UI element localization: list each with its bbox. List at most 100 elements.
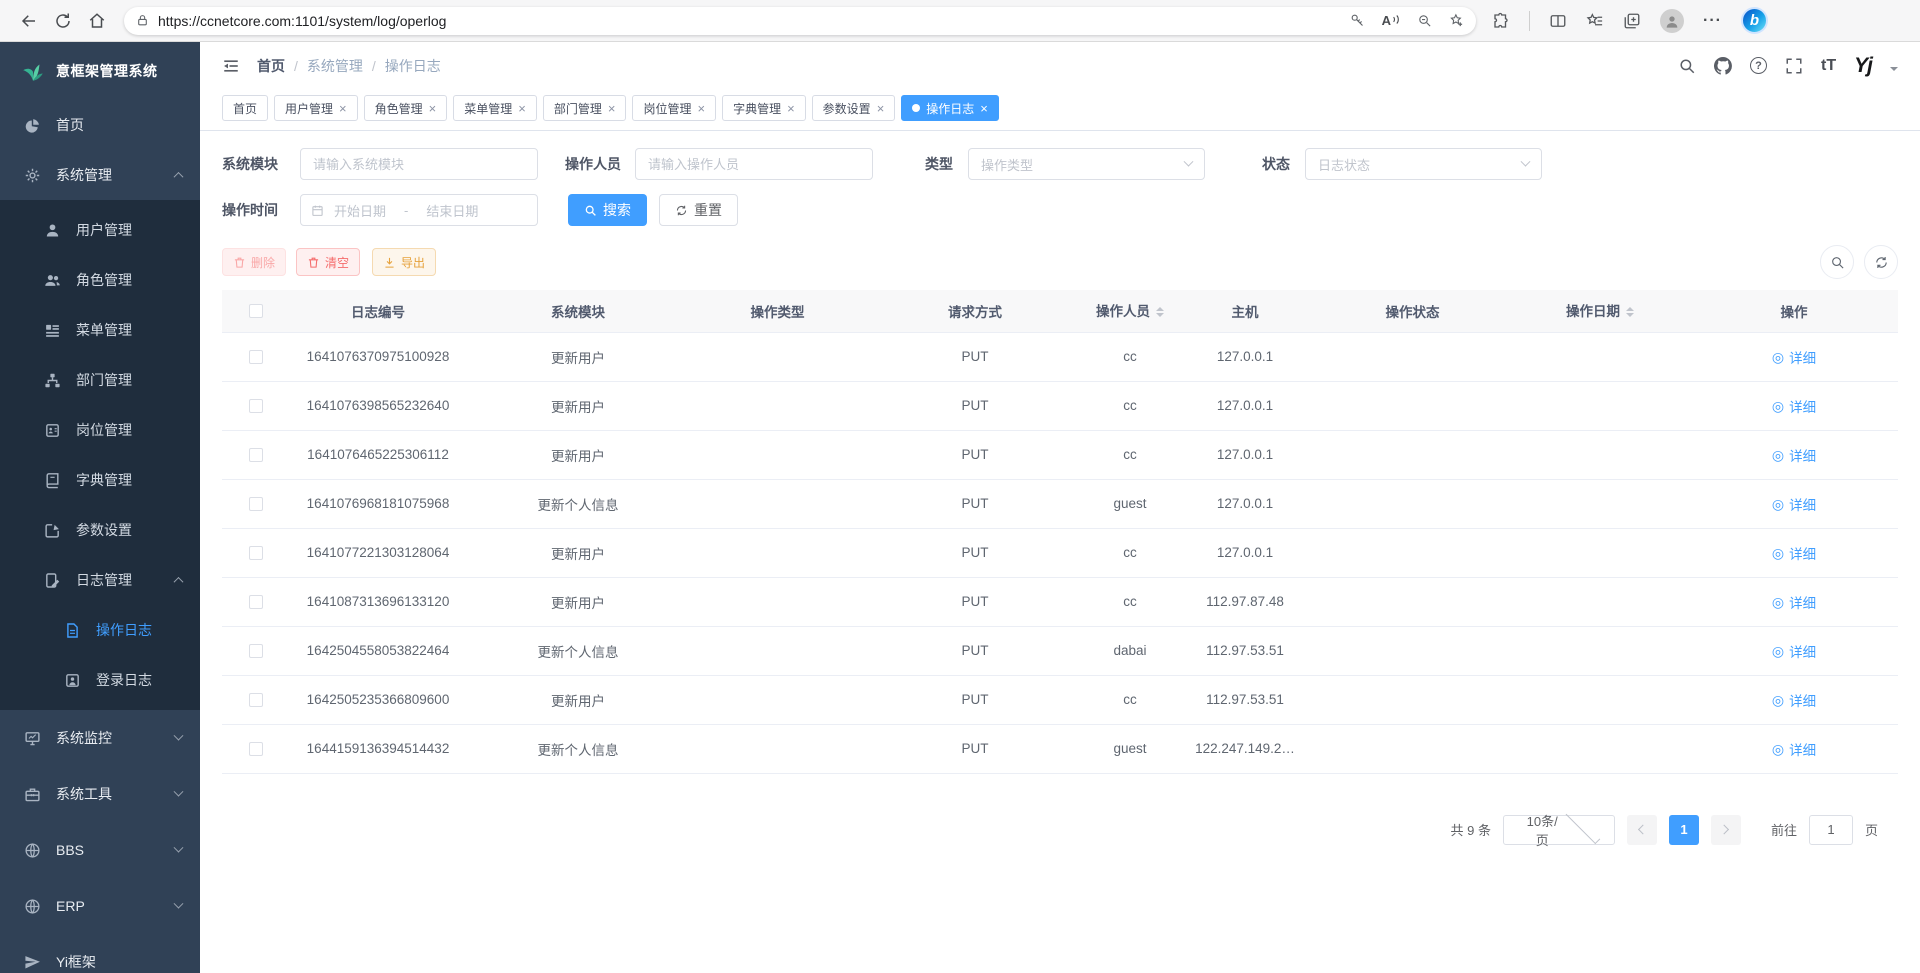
row-checkbox[interactable] (249, 399, 263, 413)
reset-button[interactable]: 重置 (659, 194, 738, 226)
sidebar-item-menus[interactable]: 菜单管理 (0, 305, 200, 355)
bing-chat-icon[interactable]: b (1741, 7, 1768, 34)
detail-link[interactable]: ◎详细 (1772, 396, 1816, 416)
tab-dictionary-management[interactable]: 字典管理× (722, 95, 806, 121)
tab-operation-log[interactable]: 操作日志× (901, 95, 999, 121)
close-icon[interactable]: × (697, 102, 705, 115)
close-icon[interactable]: × (787, 102, 795, 115)
detail-link[interactable]: ◎详细 (1772, 494, 1816, 514)
fullscreen-icon[interactable] (1785, 57, 1803, 75)
tab-menu-management[interactable]: 菜单管理× (453, 95, 537, 121)
delete-button[interactable]: 删除 (222, 248, 286, 276)
tab-parameter-settings[interactable]: 参数设置× (812, 95, 896, 121)
favorite-add-icon[interactable] (1449, 13, 1464, 28)
password-key-icon[interactable] (1350, 13, 1365, 28)
github-icon[interactable] (1714, 57, 1732, 75)
browser-menu-icon[interactable]: ··· (1703, 12, 1722, 30)
sort-icon[interactable] (1156, 303, 1164, 321)
row-checkbox[interactable] (249, 742, 263, 756)
row-checkbox[interactable] (249, 595, 263, 609)
menu-fold-icon[interactable] (222, 57, 240, 75)
sidebar-item-parameters[interactable]: 参数设置 (0, 505, 200, 555)
sidebar-item-departments[interactable]: 部门管理 (0, 355, 200, 405)
current-page-button[interactable]: 1 (1669, 815, 1699, 845)
search-button[interactable]: 搜索 (568, 194, 647, 226)
close-icon[interactable]: × (608, 102, 616, 115)
browser-home-button[interactable] (80, 5, 114, 37)
detail-link[interactable]: ◎详细 (1772, 445, 1816, 465)
goto-page-input[interactable] (1809, 815, 1853, 845)
tab-post-management[interactable]: 岗位管理× (632, 95, 716, 121)
sidebar-item-bbs[interactable]: BBS (0, 822, 200, 878)
select-all-checkbox[interactable] (249, 304, 263, 318)
next-page-button[interactable] (1711, 815, 1741, 845)
split-screen-icon[interactable] (1549, 12, 1567, 30)
detail-link[interactable]: ◎详细 (1772, 641, 1816, 661)
sidebar-item-dictionary[interactable]: 字典管理 (0, 455, 200, 505)
detail-link[interactable]: ◎详细 (1772, 690, 1816, 710)
col-operator[interactable]: 操作人员 (1085, 290, 1175, 332)
sidebar-item-home[interactable]: 首页 (0, 100, 200, 150)
browser-refresh-button[interactable] (46, 5, 80, 37)
tab-department-management[interactable]: 部门管理× (543, 95, 627, 121)
help-icon[interactable]: ? (1750, 57, 1767, 74)
row-checkbox[interactable] (249, 644, 263, 658)
operator-input[interactable] (635, 148, 873, 180)
detail-link[interactable]: ◎详细 (1772, 739, 1816, 759)
page-size-select[interactable]: 10条/页 (1503, 815, 1615, 845)
sidebar-item-posts[interactable]: 岗位管理 (0, 405, 200, 455)
toggle-search-button[interactable] (1820, 245, 1854, 279)
tab-role-management[interactable]: 角色管理× (364, 95, 448, 121)
status-select[interactable]: 日志状态 (1305, 148, 1542, 180)
sidebar-item-monitor[interactable]: 系统监控 (0, 710, 200, 766)
breadcrumb-home[interactable]: 首页 (257, 56, 285, 76)
collections-icon[interactable] (1623, 12, 1641, 30)
refresh-table-button[interactable] (1864, 245, 1898, 279)
sort-icon[interactable] (1626, 303, 1634, 321)
module-input[interactable] (300, 148, 538, 180)
close-icon[interactable]: × (877, 102, 885, 115)
font-size-icon[interactable]: tT (1821, 57, 1836, 75)
zoom-out-icon[interactable] (1417, 13, 1432, 28)
row-checkbox[interactable] (249, 497, 263, 511)
clear-button[interactable]: 清空 (296, 248, 360, 276)
favorites-icon[interactable] (1586, 12, 1604, 30)
row-checkbox[interactable] (249, 546, 263, 560)
export-button[interactable]: 导出 (372, 248, 436, 276)
detail-link[interactable]: ◎详细 (1772, 347, 1816, 367)
sidebar-item-system[interactable]: 系统管理 (0, 150, 200, 200)
tab-user-management[interactable]: 用户管理× (274, 95, 358, 121)
sidebar-item-users[interactable]: 用户管理 (0, 205, 200, 255)
app-logo[interactable]: 意框架管理系统 (0, 42, 200, 100)
browser-back-button[interactable] (12, 5, 46, 37)
sidebar-item-erp[interactable]: ERP (0, 878, 200, 934)
sidebar-item-login-log[interactable]: 登录日志 (0, 655, 200, 705)
caret-down-icon[interactable] (1890, 67, 1898, 75)
user-logo[interactable]: Yj (1854, 54, 1872, 78)
col-date[interactable]: 操作日期 (1510, 290, 1690, 332)
close-icon[interactable]: × (518, 102, 526, 115)
date-range-picker[interactable]: 开始日期 - 结束日期 (300, 194, 538, 226)
close-icon[interactable]: × (339, 102, 347, 115)
row-checkbox[interactable] (249, 448, 263, 462)
row-checkbox[interactable] (249, 693, 263, 707)
breadcrumb: 首页 / 系统管理 / 操作日志 (257, 56, 441, 76)
detail-link[interactable]: ◎详细 (1772, 592, 1816, 612)
sidebar-item-roles[interactable]: 角色管理 (0, 255, 200, 305)
address-bar[interactable]: https://ccnetcore.com:1101/system/log/op… (124, 7, 1476, 35)
sidebar-item-operation-log[interactable]: 操作日志 (0, 605, 200, 655)
profile-avatar[interactable] (1660, 9, 1684, 33)
sidebar-item-yi-framework[interactable]: Yi框架 (0, 934, 200, 973)
close-icon[interactable]: × (980, 102, 988, 115)
tab-home[interactable]: 首页 (222, 95, 268, 121)
detail-link[interactable]: ◎详细 (1772, 543, 1816, 563)
sidebar-item-log-management[interactable]: 日志管理 (0, 555, 200, 605)
close-icon[interactable]: × (429, 102, 437, 115)
type-select[interactable]: 操作类型 (968, 148, 1205, 180)
row-checkbox[interactable] (249, 350, 263, 364)
prev-page-button[interactable] (1627, 815, 1657, 845)
extensions-icon[interactable] (1492, 12, 1510, 30)
search-icon[interactable] (1678, 57, 1696, 75)
read-aloud-icon[interactable]: A (1382, 13, 1400, 28)
sidebar-item-tools[interactable]: 系统工具 (0, 766, 200, 822)
